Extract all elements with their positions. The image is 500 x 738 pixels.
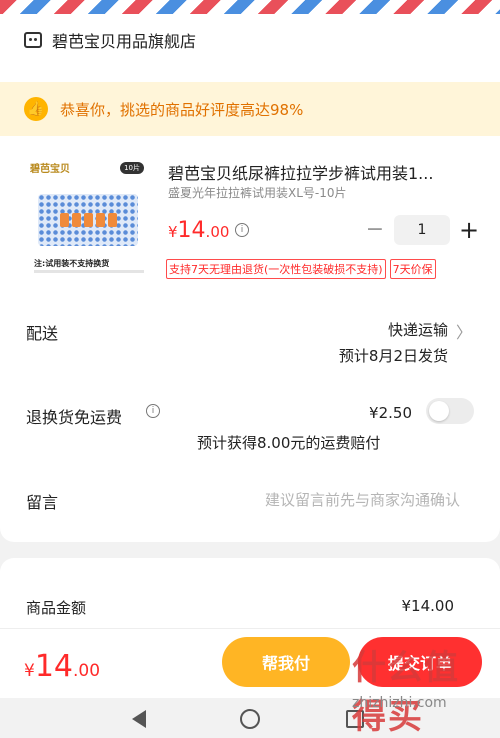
praise-banner: 👍 恭喜你，挑选的商品好评度高达98% [0,82,500,136]
shipping-date: 预计8月2日发货 [338,347,448,365]
airmail-border [0,0,500,14]
returns-price: ¥2.50 [369,404,412,422]
watermark: 什么值得买 zhizhizhi.com [352,640,492,737]
product-image[interactable]: 碧芭宝贝 10片 注:试用装不支持换货 [24,154,152,282]
price-info-icon[interactable]: i [235,223,249,237]
total-price: ¥ 14 .00 [24,649,100,684]
diaper-pack-graphic [38,194,138,246]
returns-label: 退换货免运费 [26,408,123,427]
store-icon [24,32,42,48]
product-spec[interactable]: 盛夏光年拉拉裤试用装XL号-10片 [168,184,347,201]
amount-value: ¥14.00 [401,597,455,615]
shipping-method[interactable]: 快递运输 [388,319,448,340]
product-title[interactable]: 碧芭宝贝纸尿裤拉拉学步裤试用装1... [168,160,478,184]
total-decimal: .00 [73,661,101,681]
total-integer: 14 [34,649,74,684]
back-icon[interactable] [132,710,146,728]
shipping-label: 配送 [26,324,59,343]
returns-info-icon[interactable]: i [146,404,160,418]
message-label: 留言 [26,493,59,512]
product-image-brand: 碧芭宝贝 [30,164,70,175]
chevron-right-icon[interactable]: 〉 [456,319,472,343]
quantity-input[interactable]: 1 [394,215,450,245]
increase-button[interactable]: + [456,215,482,245]
price-decimal: .00 [205,223,230,241]
price-integer: 14 [177,218,206,243]
home-icon[interactable] [240,709,260,729]
store-header[interactable]: 碧芭宝贝用品旗舰店 [24,28,196,52]
watermark-url: zhizhizhi.com [352,695,447,711]
help-pay-button[interactable]: 帮我付 [222,637,350,687]
total-currency: ¥ [24,661,35,681]
returns-toggle[interactable] [426,398,474,424]
product-price: ¥ 14 .00 [168,218,229,243]
watermark-logo: 什么值得买 [352,648,460,737]
decrease-button[interactable]: − [362,215,388,245]
service-badges: 支持7天无理由退货(一次性包装破损不支持) 7天价保 [166,259,436,279]
returns-compensation: 预计获得8.00元的运费赔付 [197,434,381,452]
store-name: 碧芭宝贝用品旗舰店 [52,32,197,51]
price-currency: ¥ [168,223,178,241]
message-input[interactable]: 建议留言前先与商家沟通确认 [265,489,460,510]
product-image-fineprint [34,270,144,273]
product-image-tag: 10片 [120,162,144,174]
thumbs-up-icon: 👍 [24,97,48,121]
amount-label: 商品金额 [26,599,87,617]
product-image-note: 注:试用装不支持换货 [34,259,110,268]
return-policy-badge: 支持7天无理由退货(一次性包装破损不支持) [166,259,386,279]
quantity-stepper: − 1 + [362,215,482,245]
banner-text: 恭喜你，挑选的商品好评度高达98% [60,100,304,119]
price-protect-badge: 7天价保 [389,259,436,279]
